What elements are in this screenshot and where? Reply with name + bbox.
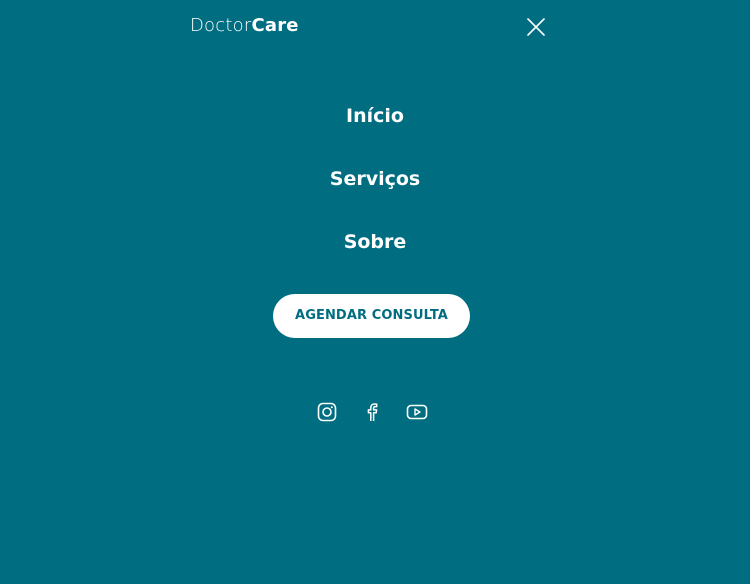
logo-light-text: Doctor	[190, 15, 252, 36]
instagram-icon	[317, 402, 337, 422]
close-icon	[527, 18, 545, 36]
schedule-appointment-button[interactable]: AGENDAR CONSULTA	[273, 294, 470, 338]
nav-item-servicos[interactable]: Serviços	[275, 163, 475, 226]
header: DoctorCare	[0, 0, 750, 54]
logo[interactable]: DoctorCare	[190, 15, 299, 37]
close-button[interactable]	[524, 15, 548, 39]
youtube-link[interactable]	[406, 401, 428, 423]
nav-item-sobre[interactable]: Sobre	[275, 226, 475, 289]
youtube-icon	[406, 404, 428, 420]
main-nav: Início Serviços Sobre	[0, 100, 750, 289]
logo-bold-text: Care	[251, 15, 299, 36]
facebook-icon	[367, 403, 378, 421]
instagram-link[interactable]	[316, 401, 338, 423]
nav-item-inicio[interactable]: Início	[275, 100, 475, 163]
facebook-link[interactable]	[361, 401, 383, 423]
